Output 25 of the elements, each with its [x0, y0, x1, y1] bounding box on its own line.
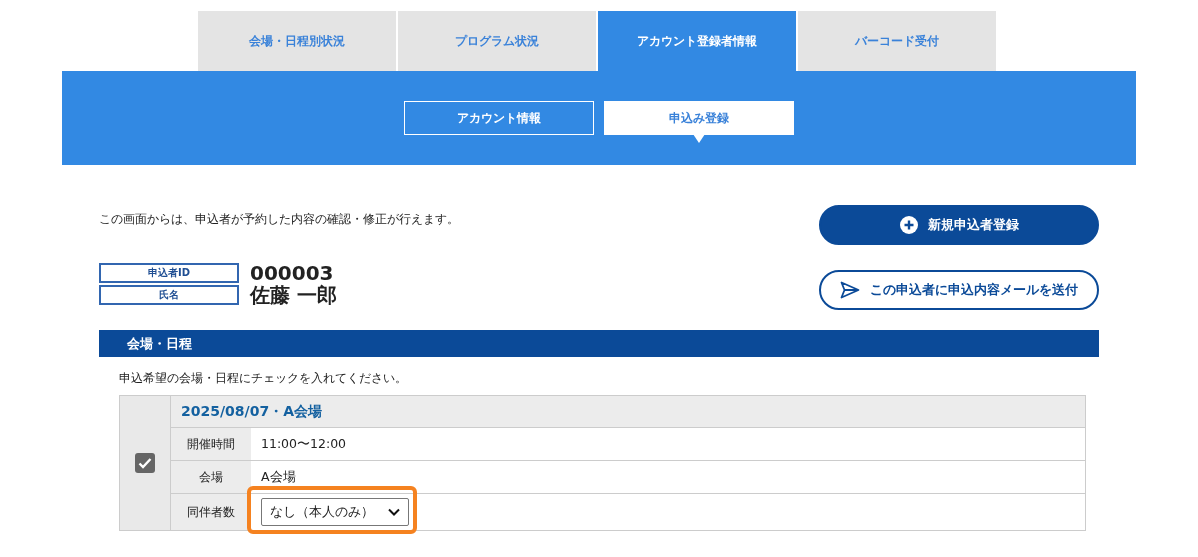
nav-tab[interactable]: プログラム状況 — [397, 11, 596, 71]
field-value: 000003 — [250, 262, 334, 284]
instruction-text: 申込希望の会場・日程にチェックを入れてください。 — [119, 370, 408, 387]
send-icon — [840, 281, 860, 299]
row-value: A会場 — [260, 467, 296, 486]
row-value: 11:00〜12:00 — [260, 434, 347, 453]
section-header: 会場・日程 — [99, 330, 1099, 357]
send-mail-button[interactable]: この申込者に申込内容メールを送付 — [819, 270, 1099, 310]
entry-title: 2025/08/07・A会場 — [171, 396, 1085, 428]
plus-icon — [899, 216, 918, 234]
nav-tab[interactable]: アカウント登録者情報 — [597, 11, 796, 71]
checkbox[interactable] — [135, 453, 155, 473]
field-label: 氏名 — [99, 285, 239, 305]
new-applicant-button[interactable]: 新規申込者登録 — [819, 205, 1099, 245]
sub-tab[interactable]: アカウント情報 — [404, 101, 594, 135]
nav-tab[interactable]: 会場・日程別状況 — [197, 11, 396, 71]
nav-tab[interactable]: バーコード受付 — [797, 11, 996, 71]
row-label: 会場 — [171, 461, 251, 493]
companion-select[interactable]: なし（本人のみ） — [261, 498, 409, 526]
tab-pointer — [693, 134, 705, 143]
chevron-down-icon — [388, 508, 400, 516]
field-label: 申込者ID — [99, 263, 239, 283]
row-label: 開催時間 — [171, 428, 251, 460]
field-value: 佐藤 一郎 — [250, 284, 338, 306]
intro-text: この画面からは、申込者が予約した内容の確認・修正が行えます。 — [99, 211, 459, 228]
